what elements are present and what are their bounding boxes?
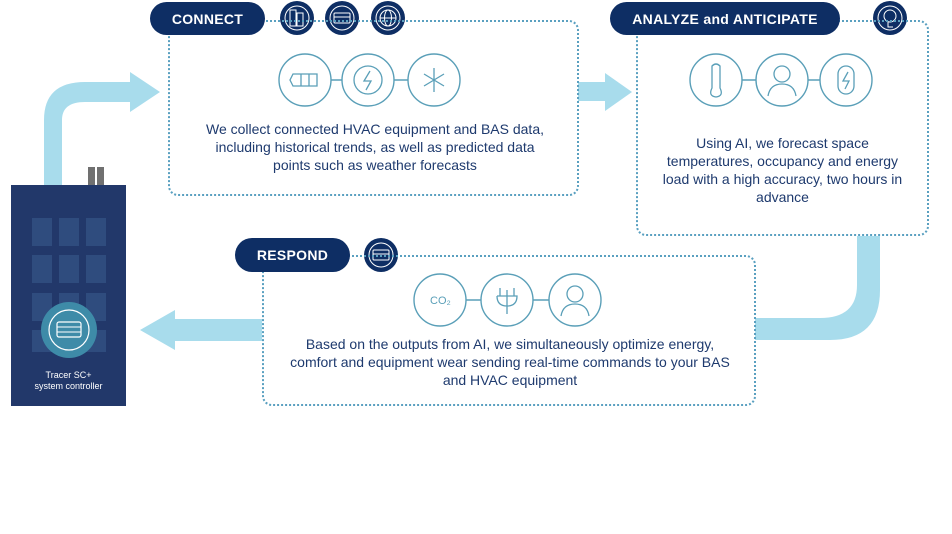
building-label-line2: system controller [34, 381, 103, 391]
hvac-ai-process-diagram: CO₂ Tracer SC+ system controller CONNECT… [0, 0, 952, 534]
arrow-respond-to-building [140, 310, 262, 350]
connect-description: We collect connected HVAC equipment and … [205, 121, 544, 173]
arrow-analyze-to-respond [755, 236, 880, 340]
analyze-title: ANALYZE and ANTICIPATE [610, 2, 840, 35]
building-label: Tracer SC+ system controller [11, 370, 126, 392]
respond-title: RESPOND [235, 238, 350, 272]
analyze-description: Using AI, we forecast space temperatures… [662, 135, 903, 205]
building-label-line1: Tracer SC+ [45, 370, 92, 380]
arrow-connect-to-analyze [578, 73, 632, 111]
respond-description: Based on the outputs from AI, we simulta… [290, 336, 730, 388]
connect-title: CONNECT [150, 2, 265, 35]
